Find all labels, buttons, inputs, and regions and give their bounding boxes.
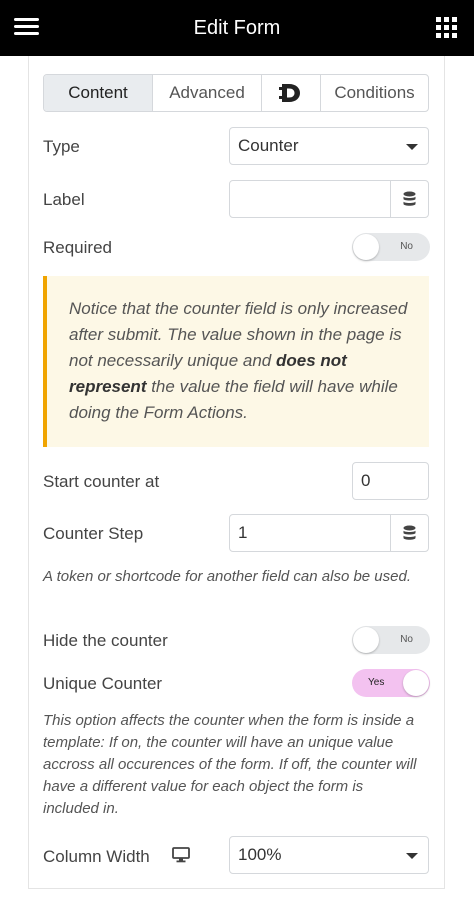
column-width-select[interactable]: 100% [229,836,429,874]
dynamic-d-icon [279,84,300,102]
panel-tabs: Content Advanced Conditions [43,74,429,112]
chevron-down-icon [406,144,418,150]
toggle-knob [353,234,379,260]
toggle-knob [353,627,379,653]
type-select[interactable]: Counter [229,127,429,165]
type-select-value: Counter [238,136,299,155]
counter-step-input[interactable]: 1 [229,514,429,552]
counter-step-label: Counter Step [43,524,144,543]
required-toggle-label: No [400,241,413,252]
start-counter-input[interactable]: 0 [352,462,429,500]
chevron-down-icon [406,853,418,859]
token-hint: A token or shortcode for another field c… [43,568,412,585]
notice-text-1: Notice that the counter field is only in… [69,299,408,370]
page-title: Edit Form [193,17,281,39]
label-dynamic-tags-button[interactable] [390,181,428,217]
unique-counter-toggle-label: Yes [368,677,385,688]
unique-counter-toggle[interactable]: Yes [352,669,430,697]
label-input[interactable] [229,180,429,218]
label-field-label: Label [43,190,85,209]
unique-counter-label: Unique Counter [43,674,163,693]
desktop-monitor-icon[interactable] [172,847,190,863]
column-width-label: Column Width [43,847,150,866]
column-width-value: 100% [238,845,282,864]
start-counter-label: Start counter at [43,472,160,491]
tab-content[interactable]: Content [44,75,153,111]
database-icon [403,525,416,540]
tab-advanced[interactable]: Advanced [153,75,262,111]
grid-icon[interactable] [436,17,457,38]
tab-dynamic[interactable] [262,75,321,111]
type-label: Type [43,137,80,156]
counter-step-value: 1 [238,523,248,542]
hide-counter-toggle-label: No [400,634,413,645]
hide-counter-label: Hide the counter [43,631,168,650]
counter-notice: Notice that the counter field is only in… [43,276,429,447]
tab-conditions[interactable]: Conditions [321,75,428,111]
required-toggle[interactable]: No [352,233,430,261]
counter-step-dynamic-tags-button[interactable] [390,515,428,551]
required-label: Required [43,238,112,257]
hide-counter-toggle[interactable]: No [352,626,430,654]
toggle-knob [403,670,429,696]
unique-counter-hint: This option affects the counter when the… [43,712,417,817]
top-bar: Edit Form [0,0,474,56]
database-icon [403,191,416,206]
